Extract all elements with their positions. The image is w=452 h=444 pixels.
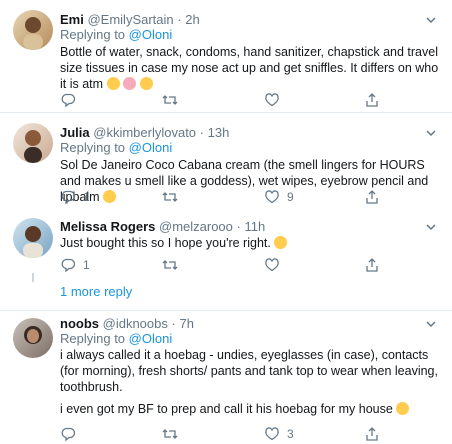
retweet-button[interactable] [162,188,185,206]
separator-dot: · [171,316,176,331]
avatar-noobs[interactable] [13,318,53,358]
separator-dot: · [199,125,204,140]
tweet-text: Bottle of water, snack, condoms, hand sa… [60,44,445,92]
avatar-julia[interactable] [13,123,53,163]
display-name[interactable]: Julia [60,125,90,140]
retweet-button[interactable] [162,91,185,109]
like-icon [265,258,279,272]
replying-to-handle[interactable]: @Oloni [129,331,173,346]
like-icon [265,93,279,107]
tweet-header: Julia @kkimberlylovato · 13h [60,125,229,140]
tweet-actions: 1 9 [60,188,400,206]
replying-to: Replying to @Oloni [60,27,172,42]
tweet-text-content: Just bought this so I hope you're right. [60,236,271,250]
tweet-noobs[interactable]: noobs @idknoobs · 7h Replying to @Oloni … [0,310,452,444]
like-icon [265,427,279,441]
timestamp[interactable]: 11h [245,219,266,234]
tweet-julia[interactable]: Julia @kkimberlylovato · 13h Replying to… [0,113,452,210]
share-button[interactable] [364,425,380,443]
tweet-emi[interactable]: Emi @EmilySartain · 2h Replying to @Olon… [0,0,452,113]
reply-button[interactable]: 1 [60,256,90,274]
reply-count: 1 [83,258,90,272]
reply-button[interactable] [60,91,83,109]
reply-button[interactable]: 1 [60,188,90,206]
timestamp[interactable]: 13h [208,125,230,140]
share-icon [366,93,378,107]
tweet-text-content: i even got my BF to prep and call it his… [60,402,393,416]
like-button[interactable]: 9 [264,188,294,206]
chevron-down-icon[interactable] [424,220,438,234]
tweet-text: i always called it a hoebag - undies, ey… [60,347,445,395]
tweet-header: Melissa Rogers @melzarooo · 11h [60,219,265,234]
tweet-actions: 3 [60,425,400,443]
reply-button[interactable] [60,425,83,443]
share-button[interactable] [364,188,380,206]
chevron-down-icon[interactable] [424,13,438,27]
tweet-text-second-paragraph: i even got my BF to prep and call it his… [60,401,445,417]
replying-to: Replying to @Oloni [60,331,172,346]
share-icon [366,427,378,441]
chevron-down-icon[interactable] [424,317,438,331]
share-button[interactable] [364,91,380,109]
reply-icon [61,258,76,273]
replying-to-label: Replying to [60,140,126,155]
grimacing-face-icon [274,236,288,249]
reply-count: 1 [83,190,90,204]
replying-to-label: Replying to [60,27,126,42]
user-handle[interactable]: @kkimberlylovato [93,125,196,140]
separator-dot: · [236,219,241,234]
tweet-text-content: i always called it a hoebag - undies, ey… [60,348,438,394]
user-handle[interactable]: @idknoobs [103,316,168,331]
tweet-melissa[interactable]: Melissa Rogers @melzarooo · 11h Just bou… [0,210,452,282]
retweet-icon [162,192,178,202]
like-count: 3 [287,427,294,441]
retweet-icon [162,429,178,439]
woman-gesturing-ok-icon [123,77,137,90]
share-icon [366,258,378,272]
tweet-text: Just bought this so I hope you're right. [60,235,445,251]
share-icon [366,190,378,204]
retweet-icon [162,260,178,270]
avatar-emi[interactable] [13,10,53,50]
loudly-crying-face-icon [106,77,120,90]
tweet-header: Emi @EmilySartain · 2h [60,12,200,27]
like-button[interactable] [264,256,287,274]
display-name[interactable]: Melissa Rogers [60,219,155,234]
separator-dot: · [177,12,182,27]
more-replies-link[interactable]: 1 more reply [60,284,132,299]
tweet-header: noobs @idknoobs · 7h [60,316,194,331]
retweet-button[interactable] [162,256,185,274]
retweet-button[interactable] [162,425,185,443]
share-button[interactable] [364,256,380,274]
tweet-actions: 1 [60,256,400,274]
avatar-melissa[interactable] [13,218,53,258]
grinning-face-with-smiling-eyes-icon [396,402,410,415]
like-count: 9 [287,190,294,204]
replying-to-label: Replying to [60,331,126,346]
like-icon [265,190,279,204]
replying-to-handle[interactable]: @Oloni [129,140,173,155]
show-more-replies[interactable]: 1 more reply [0,273,452,311]
timestamp[interactable]: 2h [185,12,199,27]
replying-to: Replying to @Oloni [60,140,172,155]
display-name[interactable]: Emi [60,12,84,27]
user-handle[interactable]: @melzarooo [159,219,233,234]
retweet-icon [162,95,178,105]
like-button[interactable]: 3 [264,425,294,443]
thread-line [32,273,34,282]
timestamp[interactable]: 7h [179,316,193,331]
reply-icon [61,93,76,108]
like-button[interactable] [264,91,287,109]
chevron-down-icon[interactable] [424,126,438,140]
reply-icon [61,190,76,205]
reply-icon [61,427,76,442]
tweet-actions [60,91,400,109]
user-handle[interactable]: @EmilySartain [87,12,173,27]
face-with-tears-of-joy-icon [139,77,153,90]
display-name[interactable]: noobs [60,316,99,331]
replying-to-handle[interactable]: @Oloni [129,27,173,42]
